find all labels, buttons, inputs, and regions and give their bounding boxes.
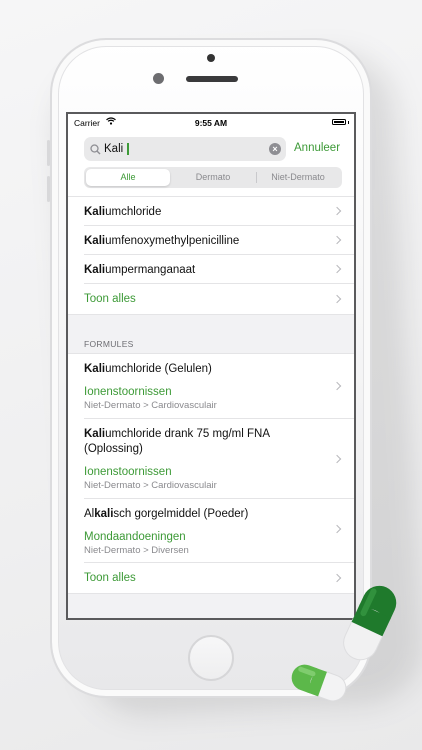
chevron-right-icon — [332, 381, 342, 391]
search-icon — [90, 142, 101, 160]
clock: 9:55 AM — [194, 118, 228, 128]
text-cursor — [127, 143, 129, 155]
clear-icon[interactable]: × — [269, 143, 281, 155]
list-item[interactable]: Kaliumchloride (Gelulen) Ionenstoornisse… — [68, 354, 354, 419]
proximity-sensor — [153, 73, 164, 84]
chevron-right-icon — [332, 206, 342, 216]
formula-name: Alkalisch gorgelmiddel (Poeder) — [84, 508, 249, 520]
section-header-formulas: FORMULES — [84, 339, 134, 349]
list-item[interactable]: Kaliumchloride drank 75 mg/ml FNA (Oplos… — [68, 419, 354, 499]
search-field[interactable]: × — [84, 137, 286, 161]
substance-name: Kaliumchloride — [84, 206, 162, 218]
status-bar: Carrier 9:55 AM — [68, 114, 354, 132]
section-separator: FORMULES — [68, 314, 354, 354]
formula-path: Niet-Dermato > Diversen — [84, 545, 189, 556]
chevron-right-icon — [332, 294, 342, 304]
battery-icon — [332, 119, 346, 125]
segment-all[interactable]: Alle — [86, 169, 170, 186]
show-all-link: Toon alles — [84, 572, 136, 584]
home-button[interactable] — [188, 635, 234, 681]
show-all-substances-row[interactable]: Toon alles — [68, 284, 354, 314]
earpiece-speaker — [186, 76, 238, 82]
formula-name: Kaliumchloride (Gelulen) — [84, 363, 212, 375]
list-item[interactable]: Kaliumchloride — [68, 197, 354, 226]
capsule-pill-large — [343, 585, 397, 661]
show-all-formulas-row[interactable]: Toon alles — [68, 563, 354, 593]
formula-name-continued: (Oplossing) — [84, 443, 143, 455]
formula-category: Ionenstoornissen — [84, 386, 172, 398]
cancel-button[interactable]: Annuleer — [294, 142, 340, 154]
volume-button — [47, 140, 50, 166]
formula-path: Niet-Dermato > Cardiovasculair — [84, 480, 217, 491]
substance-name: Kaliumfenoxymethylpenicilline — [84, 235, 240, 247]
list-item[interactable]: Alkalisch gorgelmiddel (Poeder) Mondaand… — [68, 499, 354, 563]
chevron-right-icon — [332, 235, 342, 245]
chevron-right-icon — [332, 264, 342, 274]
show-all-link: Toon alles — [84, 293, 136, 305]
segment-dermato[interactable]: Dermato — [170, 169, 256, 186]
power-button — [372, 150, 375, 190]
filter-segmented-control: Alle Dermato Niet-Dermato — [84, 167, 342, 188]
front-camera — [207, 54, 215, 62]
volume-button — [47, 176, 50, 202]
capsule-pill-small — [291, 664, 347, 702]
substance-name: Kaliumpermanganaat — [84, 264, 196, 276]
search-bar: × Annuleer — [68, 134, 354, 164]
formula-category: Ionenstoornissen — [84, 466, 172, 478]
list-bottom-area — [68, 593, 354, 618]
segment-niet-dermato[interactable]: Niet-Dermato — [256, 169, 340, 186]
formula-path: Niet-Dermato > Cardiovasculair — [84, 400, 217, 411]
formula-name: Kaliumchloride drank 75 mg/ml FNA — [84, 428, 270, 440]
chevron-right-icon — [332, 524, 342, 534]
app-screen: Carrier 9:55 AM × Annuleer Al — [66, 112, 356, 620]
list-item[interactable]: Kaliumpermanganaat — [68, 255, 354, 284]
formula-category: Mondaandoeningen — [84, 531, 186, 543]
chevron-right-icon — [332, 454, 342, 464]
list-item[interactable]: Kaliumfenoxymethylpenicilline — [68, 226, 354, 255]
battery-tip — [347, 121, 349, 124]
